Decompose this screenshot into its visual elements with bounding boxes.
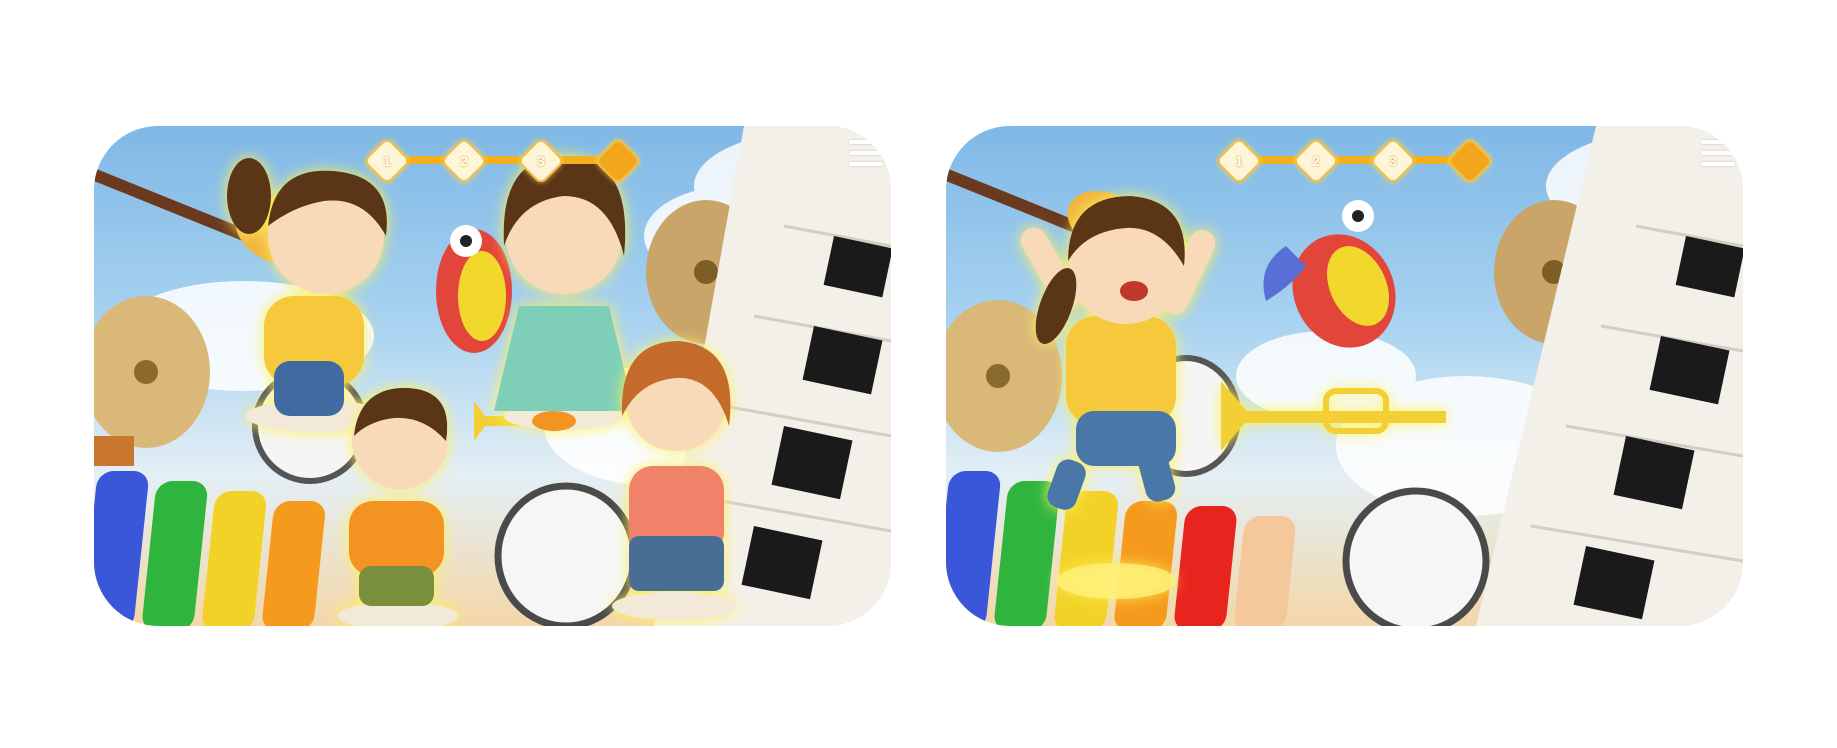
- progress-step-3[interactable]: 3: [1368, 136, 1418, 186]
- progress-step-final[interactable]: [1445, 136, 1495, 186]
- scene-background: [946, 126, 1743, 626]
- character-teal-dress-girl[interactable]: [494, 156, 634, 431]
- scene-background: [94, 126, 891, 626]
- progress-step-1[interactable]: 1: [362, 136, 412, 186]
- level-progress: 1 2 3: [362, 136, 643, 186]
- parrot-icon[interactable]: [436, 225, 512, 353]
- step-label: 2: [460, 153, 468, 169]
- piano-keys-icon[interactable]: [1476, 126, 1743, 626]
- progress-track: [379, 156, 629, 164]
- xylophone-icon[interactable]: [946, 461, 1297, 626]
- menu-icon[interactable]: [849, 140, 883, 170]
- step-label: 2: [1312, 153, 1320, 169]
- progress-step-3[interactable]: 3: [516, 136, 566, 186]
- step-label: 1: [383, 153, 391, 169]
- game-screen-group-play: 1 2 3: [94, 126, 891, 626]
- progress-step-1[interactable]: 1: [1214, 136, 1264, 186]
- menu-icon[interactable]: [1701, 140, 1735, 170]
- step-label: 1: [1235, 153, 1243, 169]
- game-screen-jump: 1 2 3: [946, 126, 1743, 626]
- step-label: 3: [1389, 153, 1397, 169]
- bird-badge-icon: [603, 146, 633, 176]
- bird-badge-icon: [1455, 146, 1485, 176]
- level-progress: 1 2 3: [1214, 136, 1495, 186]
- progress-track: [1231, 156, 1481, 164]
- progress-fill: [1231, 156, 1456, 164]
- step-label: 3: [537, 153, 545, 169]
- snare-drum-icon[interactable]: [1342, 487, 1490, 626]
- progress-fill: [379, 156, 604, 164]
- progress-step-final[interactable]: [593, 136, 643, 186]
- character-orange-shirt-boy[interactable]: [338, 387, 458, 626]
- progress-step-2[interactable]: 2: [439, 136, 489, 186]
- progress-step-2[interactable]: 2: [1291, 136, 1341, 186]
